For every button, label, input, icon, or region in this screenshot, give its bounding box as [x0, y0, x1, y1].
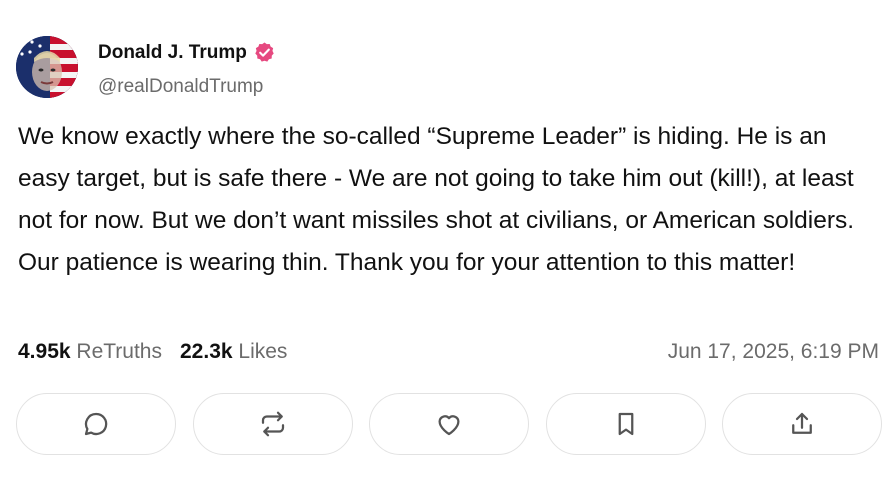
reply-button[interactable]	[16, 393, 176, 455]
avatar-image	[16, 36, 78, 98]
author-name[interactable]: Donald J. Trump	[98, 42, 247, 64]
share-icon	[792, 412, 812, 434]
retruths-label: ReTruths	[76, 340, 162, 363]
likes-count: 22.3k	[180, 340, 233, 363]
post-text: We know exactly where the so-called “Sup…	[18, 123, 855, 276]
post-timestamp[interactable]: Jun 17, 2025, 6:19 PM	[668, 340, 879, 364]
verified-badge-icon	[253, 41, 276, 64]
bookmark-button[interactable]	[545, 393, 706, 455]
author-name-row[interactable]: Donald J. Trump	[98, 41, 276, 64]
likes-stat[interactable]: 22.3k Likes	[180, 340, 287, 363]
bookmark-icon	[618, 412, 633, 436]
post-stats: 4.95k ReTruths 22.3k Likes	[18, 340, 287, 364]
retruths-stat[interactable]: 4.95k ReTruths	[18, 340, 162, 363]
reply-icon	[84, 412, 108, 436]
retruth-button[interactable]	[192, 393, 353, 455]
share-button[interactable]	[722, 393, 882, 455]
like-heart-icon	[438, 415, 460, 436]
retruths-count: 4.95k	[18, 340, 71, 363]
likes-label: Likes	[238, 340, 288, 363]
retruth-icon	[261, 411, 284, 437]
author-handle[interactable]: @realDonaldTrump	[98, 76, 263, 98]
avatar[interactable]	[16, 36, 78, 98]
action-bar	[16, 393, 882, 457]
like-button[interactable]	[369, 393, 529, 455]
